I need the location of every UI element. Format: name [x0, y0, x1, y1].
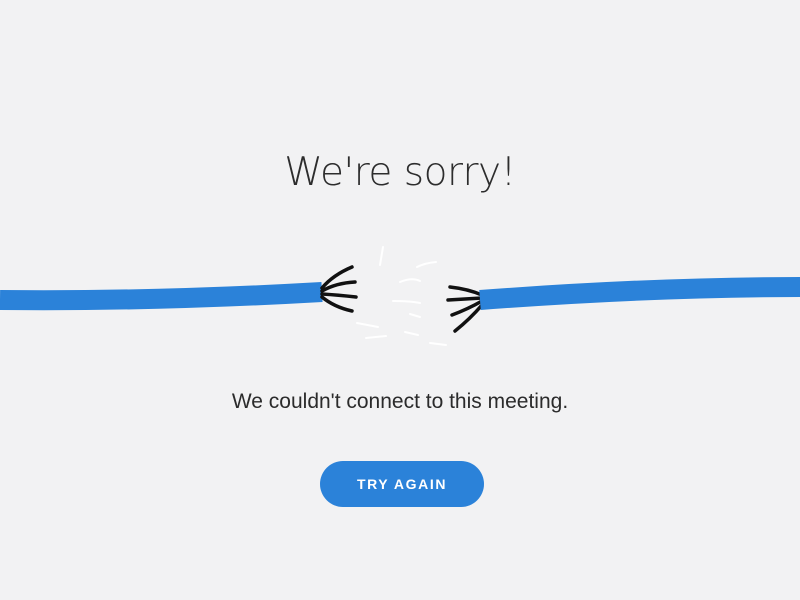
- broken-cable-illustration: [0, 235, 800, 355]
- left-cable: [0, 282, 323, 311]
- right-cable: [479, 277, 800, 310]
- try-again-button[interactable]: TRY AGAIN: [320, 461, 484, 507]
- error-page: We're sorry! We couldn't connect to this…: [0, 0, 800, 600]
- error-message: We couldn't connect to this meeting.: [231, 390, 569, 413]
- spark-lines: [356, 246, 447, 346]
- right-frayed-wires: [446, 285, 484, 333]
- broken-cable-icon: [0, 246, 800, 346]
- page-title: We're sorry!: [284, 150, 516, 195]
- left-frayed-wires: [320, 265, 358, 313]
